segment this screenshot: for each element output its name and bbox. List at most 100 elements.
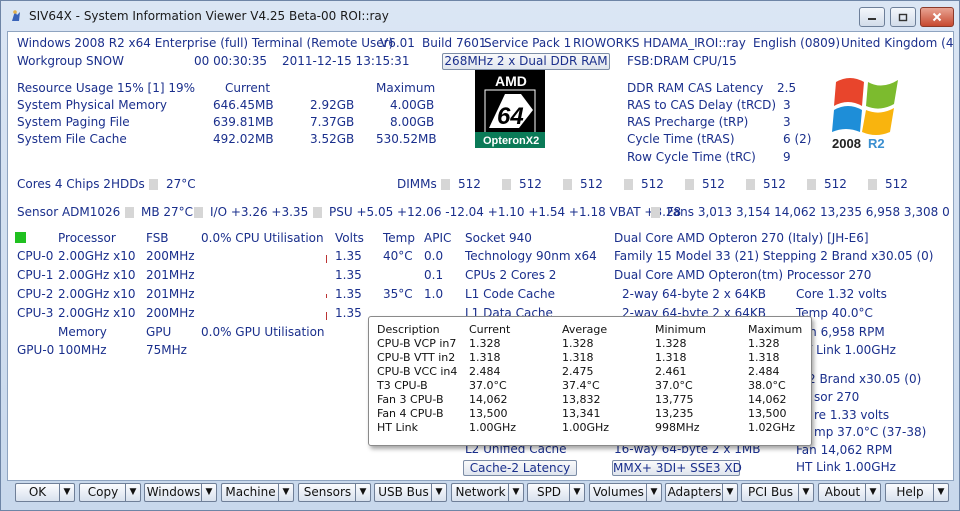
dropdown-arrow-icon[interactable]: ▼: [59, 484, 74, 501]
button-label: Machine: [225, 485, 276, 499]
tooltip-cell: 14,062: [469, 393, 508, 406]
tooltip-cell: 2.461: [655, 365, 687, 378]
sensors-button[interactable]: Sensors ▼: [298, 483, 371, 502]
cpu-row-apic: 0.0: [424, 249, 444, 263]
dropdown-arrow-icon[interactable]: ▼: [125, 484, 140, 501]
usb-bus-button[interactable]: USB Bus ▼: [374, 483, 447, 502]
dropdown-arrow-icon[interactable]: ▼: [431, 484, 446, 501]
dropdown-arrow-icon[interactable]: ▼: [865, 484, 880, 501]
close-button[interactable]: [920, 7, 954, 27]
hdd-temp: 27°C: [166, 177, 196, 191]
dimm-indicator: [441, 179, 450, 190]
copy-button[interactable]: Copy ▼: [79, 483, 141, 502]
volumes-button[interactable]: Volumes ▼: [589, 483, 662, 502]
button-label: Network: [455, 485, 506, 499]
cache2-latency-button[interactable]: Cache-2 Latency: [463, 460, 577, 476]
cpu-row-name: CPU-3: [17, 306, 54, 320]
cpu-utilisation-header: 0.0% CPU Utilisation: [201, 231, 324, 245]
cpu-row-clock: 2.00GHz x10: [58, 306, 136, 320]
dimm-indicator: [502, 179, 511, 190]
dropdown-arrow-icon[interactable]: ▼: [508, 484, 523, 501]
tooltip-cell: 13,500: [469, 407, 508, 420]
dimm-indicator: [563, 179, 572, 190]
windows-flag-icon: 2008 R2: [832, 78, 898, 151]
gpu-utilisation-header: 0.0% GPU Utilisation: [201, 325, 325, 339]
about-button[interactable]: About ▼: [818, 483, 881, 502]
dropdown-arrow-icon[interactable]: ▼: [355, 484, 370, 501]
amd-brand-text: AMD: [495, 73, 527, 89]
button-label: Sensors: [303, 485, 352, 499]
dimm-size: 512: [580, 177, 603, 191]
dimm-indicator: [746, 179, 755, 190]
tooltip-cell: 1.328: [562, 337, 594, 350]
current-header: Current: [225, 81, 271, 95]
maximize-button[interactable]: [890, 7, 916, 27]
button-label: Windows: [146, 485, 201, 499]
minimize-button[interactable]: [859, 7, 885, 27]
dropdown-arrow-icon[interactable]: ▼: [933, 484, 948, 501]
fsb-dram-ratio: FSB:DRAM CPU/15: [627, 54, 737, 68]
gpu-row-name: GPU-0: [17, 343, 55, 357]
cpu-row-clock: 2.00GHz x10: [58, 268, 136, 282]
timing-label: RAS Precharge (tRP): [627, 115, 749, 129]
l1-code-cache: L1 Code Cache: [465, 287, 555, 301]
adapters-button[interactable]: Adapters ▼: [665, 483, 738, 502]
dropdown-arrow-icon[interactable]: ▼: [798, 484, 813, 501]
dropdown-arrow-icon[interactable]: ▼: [646, 484, 661, 501]
cpu-row-volts: 1.35: [335, 287, 362, 301]
tooltip-cell: Fan 3 CPU-B: [377, 393, 444, 406]
ram-button[interactable]: 268MHz 2 x Dual DDR RAM: [442, 53, 610, 70]
resource-row-mid: 3.52GB: [310, 132, 355, 146]
resource-row-mid: 7.37GB: [310, 115, 355, 129]
tooltip-cell: 998MHz: [655, 421, 700, 434]
dropdown-arrow-icon[interactable]: ▼: [201, 484, 216, 501]
tooltip-cell: 38.0°C: [748, 379, 786, 392]
network-button[interactable]: Network ▼: [451, 483, 524, 502]
tooltip-header: Description: [377, 323, 440, 336]
dimm-size: 512: [763, 177, 786, 191]
l1-code-value: 2-way 64-byte 2 x 64KB: [622, 287, 767, 301]
dimm-size: 512: [519, 177, 542, 191]
main-window: SIV64X - System Information Viewer V4.25…: [0, 0, 960, 511]
cpu-features-button[interactable]: MMX+ 3DI+ SSE3 XD: [612, 460, 742, 476]
tooltip-cell: CPU-B VTT in2: [377, 351, 456, 364]
tooltip-cell: 13,500: [748, 407, 787, 420]
gpu-row-clock: 75MHz: [146, 343, 187, 357]
user-name: ROI::ray: [697, 36, 746, 50]
sensor-tooltip: Description Current Average Minimum Maxi…: [368, 316, 812, 446]
sensor-indicator: [194, 207, 203, 218]
dropdown-arrow-icon[interactable]: ▼: [722, 484, 737, 501]
datetime: 2011-12-15 13:15:31: [282, 54, 410, 68]
cpu-load-graph: [326, 255, 327, 263]
spd-button[interactable]: SPD ▼: [527, 483, 585, 502]
cpu-row-volts: 1.35: [335, 306, 362, 320]
tooltip-cell: 13,832: [562, 393, 601, 406]
tooltip-cell: 2.484: [748, 365, 780, 378]
cpu-row-name: CPU-2: [17, 287, 54, 301]
title-bar[interactable]: SIV64X - System Information Viewer V4.25…: [1, 1, 959, 31]
tooltip-cell: CPU-B VCP in7: [377, 337, 457, 350]
tooltip-header: Minimum: [655, 323, 706, 336]
dropdown-arrow-icon[interactable]: ▼: [278, 484, 293, 501]
volts-header: Volts: [335, 231, 364, 245]
processor-name: Dual Core AMD Opteron(tm) Processor 270: [614, 268, 872, 282]
close-icon: [932, 12, 942, 22]
machine-button[interactable]: Machine ▼: [221, 483, 294, 502]
windows-button[interactable]: Windows ▼: [144, 483, 217, 502]
timing-label: RAS to CAS Delay (tRCD): [627, 98, 777, 112]
pci-bus-button[interactable]: PCI Bus ▼: [741, 483, 814, 502]
help-button[interactable]: Help ▼: [885, 483, 949, 502]
sensor-indicator: [125, 207, 134, 218]
tooltip-cell: 1.00GHz: [469, 421, 517, 434]
button-label: PCI Bus: [747, 485, 794, 499]
cpu-brand-2: 2 Brand x30.05 (0): [808, 372, 922, 386]
gpu-row-memory: 100MHz: [58, 343, 107, 357]
button-label: OK: [28, 485, 47, 499]
core-voltage-2: re 1.33 volts: [814, 408, 890, 422]
resource-row-max: 4.00GB: [390, 98, 435, 112]
uptime: 00 00:30:35: [194, 54, 267, 68]
ok-button[interactable]: OK ▼: [15, 483, 75, 502]
restore-icon: [898, 13, 908, 22]
dropdown-arrow-icon[interactable]: ▼: [569, 484, 584, 501]
ht-link-2: HT Link 1.00GHz: [796, 460, 896, 474]
